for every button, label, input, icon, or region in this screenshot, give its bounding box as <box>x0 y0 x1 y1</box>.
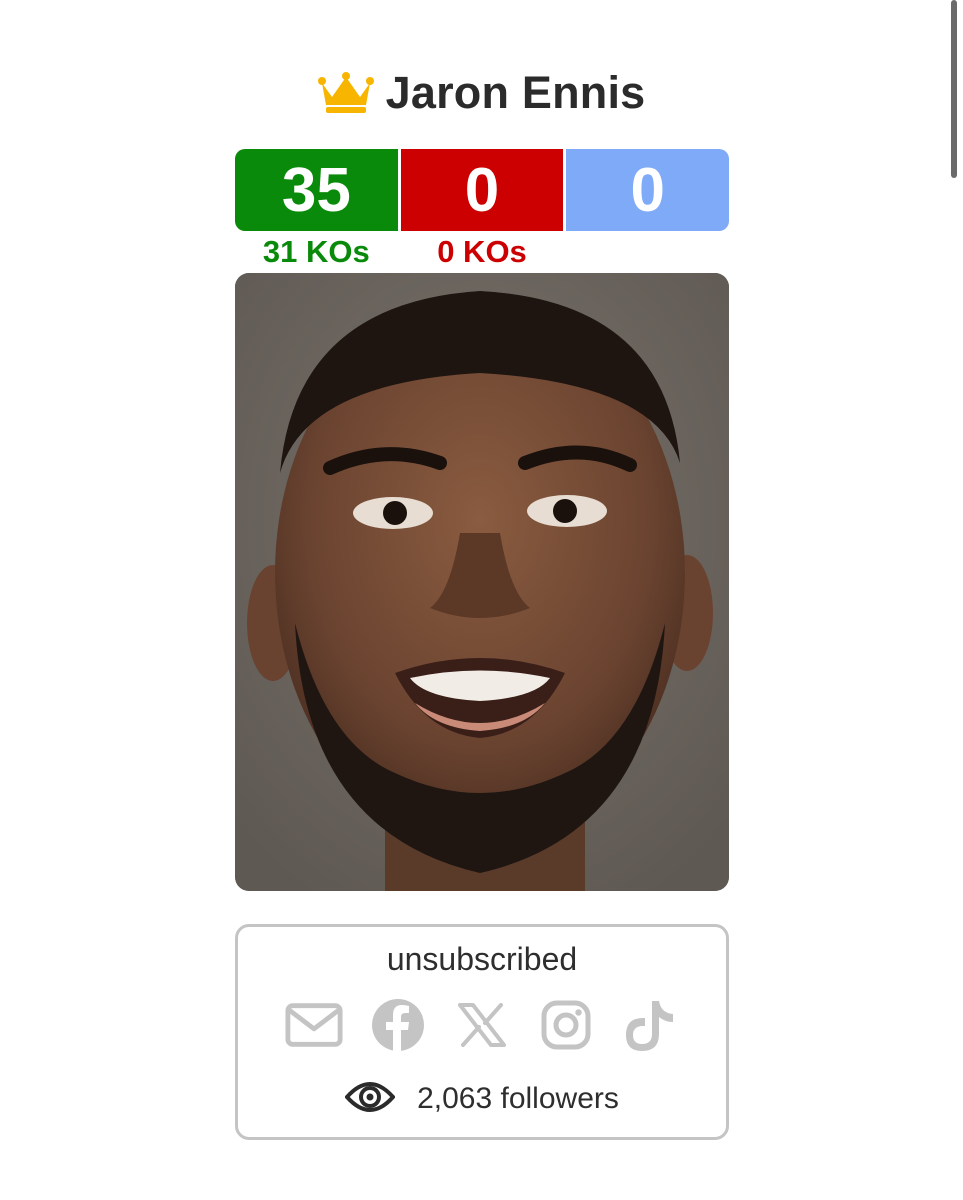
losses-count: 0 <box>400 149 564 231</box>
loss-kos: 0 KOs <box>437 234 527 269</box>
draw-kos-empty <box>566 234 729 270</box>
email-icon[interactable] <box>285 997 343 1053</box>
x-icon[interactable] <box>453 997 511 1053</box>
crown-icon <box>317 71 374 115</box>
fighter-photo <box>235 273 729 891</box>
eye-icon <box>344 1079 396 1120</box>
fighter-header: Jaron Ennis <box>0 62 963 124</box>
win-kos: 31 KOs <box>262 234 370 269</box>
facebook-icon[interactable] <box>369 997 427 1053</box>
subscription-status[interactable]: unsubscribed <box>238 939 726 979</box>
followers-row: 2,063 followers <box>238 1077 726 1121</box>
ko-stats: 31 KOs 0 KOs <box>235 234 729 270</box>
wins-count: 35 <box>235 149 398 231</box>
fighter-name: Jaron Ennis <box>385 67 646 118</box>
social-icons <box>238 997 726 1053</box>
draws-count: 0 <box>566 149 730 231</box>
social-card: unsubscribed 2,063 followers <box>235 924 729 1140</box>
followers-count: 2,063 followers <box>417 1082 619 1115</box>
tiktok-icon[interactable] <box>621 997 679 1053</box>
instagram-icon[interactable] <box>537 997 595 1053</box>
fight-record: 35 0 0 <box>235 149 730 231</box>
